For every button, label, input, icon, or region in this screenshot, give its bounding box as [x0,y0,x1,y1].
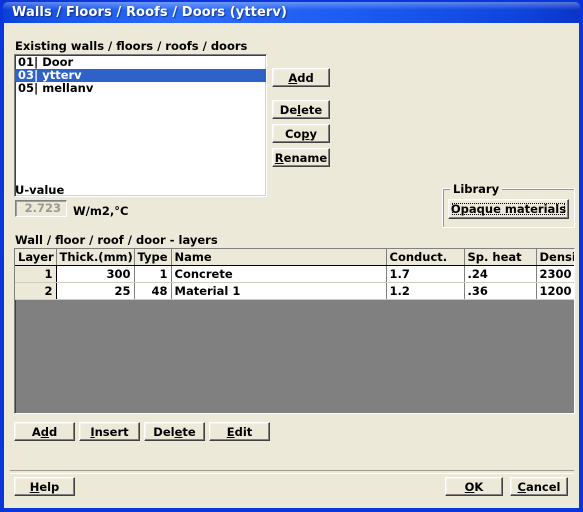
cell-spheat[interactable]: .24 [464,265,537,283]
cell-name[interactable]: Concrete [171,265,387,283]
opaque-materials-button[interactable]: Opaque materials [448,199,569,219]
footer-divider [10,470,574,474]
column-header-spheat[interactable]: Sp. heat [464,249,537,266]
library-groupbox-title: Library [450,182,503,196]
column-header-layer[interactable]: Layer [15,249,57,266]
add-layer-button-post: d [48,424,58,439]
delete-layer-button-key: e [174,424,183,439]
column-header-conduct[interactable]: Conduct. [386,249,465,266]
column-header-density[interactable]: Density [536,249,574,266]
cell-density[interactable]: 2300 [536,265,574,283]
cell-conduct[interactable]: 1.7 [386,265,465,283]
cell-thickness[interactable]: 25 [56,282,135,300]
delete-wall-button-post: ete [301,102,323,117]
delete-wall-button-pre: De [279,102,298,117]
table-row[interactable]: 2 25 48 Material 1 1.2 .36 1200 [15,282,574,300]
delete-wall-button[interactable]: De l ete [272,100,330,119]
u-value-field: 2.723 [15,200,67,217]
table-row[interactable]: 1 300 1 Concrete 1.7 .24 2300 [15,265,574,283]
existing-items-listbox[interactable]: 01| Door 03| ytterv 05| mellanv [14,54,267,197]
add-wall-button-key: A [288,70,298,85]
ok-button-key: O [464,479,475,494]
rename-wall-button-post: ename [283,150,328,165]
delete-layer-button[interactable]: Del e te [144,422,205,441]
insert-layer-button[interactable]: Insert [79,422,140,441]
edit-layer-button-post: dit [234,424,253,439]
column-header-thickness[interactable]: Thick.(mm) [56,249,135,266]
column-header-type[interactable]: Type [134,249,172,266]
dialog-window: Walls / Floors / Roofs / Doors (ytterv) … [0,0,583,512]
column-header-name[interactable]: Name [171,249,387,266]
layers-table: Layer Thick.(mm) Type Name Conduct. Sp. … [15,249,574,300]
layers-grid[interactable]: Layer Thick.(mm) Type Name Conduct. Sp. … [14,248,575,414]
ok-button[interactable]: OK [445,477,503,496]
copy-wall-button-key: p [301,126,310,141]
cell-layer[interactable]: 1 [15,265,57,283]
cancel-button-post: ancel [525,479,561,494]
list-item[interactable]: 05| mellanv [15,82,266,95]
edit-layer-button[interactable]: Edit [209,422,270,441]
window-title: Walls / Floors / Roofs / Doors (ytterv) [12,5,288,20]
existing-items-label: Existing walls / floors / roofs / doors [15,39,248,53]
edit-layer-button-key: E [226,424,235,439]
cell-type[interactable]: 48 [134,282,172,300]
cell-conduct[interactable]: 1.2 [386,282,465,300]
add-layer-button-pre: A [31,424,41,439]
add-layer-button[interactable]: Add [14,422,75,441]
u-value-unit-label: W/m2,°C [73,204,129,218]
copy-wall-button-pre: Co [284,126,302,141]
cell-thickness[interactable]: 300 [56,265,135,283]
cell-density[interactable]: 1200 [536,282,574,300]
ok-button-post: K [474,479,484,494]
copy-wall-button[interactable]: Co p y [272,124,330,143]
dialog-client-area: Existing walls / floors / roofs / doors … [4,23,579,508]
delete-layer-button-pre: Del [153,424,175,439]
copy-wall-button-post: y [309,126,318,141]
rename-wall-button[interactable]: Rename [272,148,330,167]
library-groupbox: Library Opaque materials [442,182,575,228]
cell-type[interactable]: 1 [134,265,172,283]
title-bar[interactable]: Walls / Floors / Roofs / Doors (ytterv) [3,2,580,23]
u-value-label: U-value [15,183,65,197]
insert-layer-button-post: nsert [94,424,129,439]
rename-wall-button-key: R [274,150,284,165]
cell-name[interactable]: Material 1 [171,282,387,300]
layers-label: Wall / floor / roof / door - layers [15,233,218,247]
add-wall-button[interactable]: Add [272,68,330,87]
help-button[interactable]: Help [14,477,75,496]
help-button-post: elp [39,479,60,494]
cancel-button-key: C [517,479,526,494]
cancel-button[interactable]: Cancel [510,477,568,496]
help-button-key: H [29,479,40,494]
add-wall-button-post: dd [297,70,314,85]
cell-spheat[interactable]: .36 [464,282,537,300]
table-header-row: Layer Thick.(mm) Type Name Conduct. Sp. … [15,249,574,266]
delete-layer-button-post: te [182,424,196,439]
add-layer-button-key: d [40,424,49,439]
cell-layer[interactable]: 2 [15,282,57,300]
